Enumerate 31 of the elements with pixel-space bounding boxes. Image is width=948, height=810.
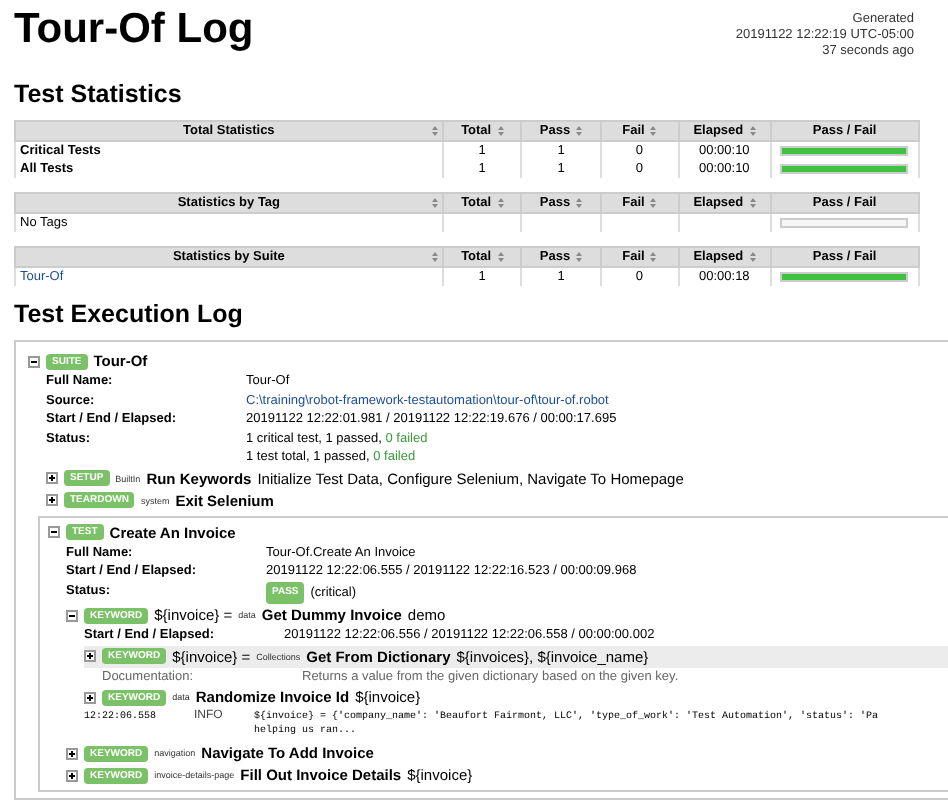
sort-icon[interactable]: [576, 198, 583, 208]
sort-icon[interactable]: [650, 198, 657, 208]
sort-icon[interactable]: [431, 198, 438, 208]
page-title: Tour-Of Log: [14, 6, 254, 54]
sort-icon[interactable]: [497, 198, 504, 208]
expand-icon[interactable]: [84, 691, 96, 703]
sort-icon[interactable]: [576, 126, 583, 136]
collapse-icon[interactable]: [66, 609, 78, 621]
sort-icon[interactable]: [650, 252, 657, 262]
pass-fail-bar: [780, 217, 909, 229]
pass-fail-bar: [780, 271, 909, 283]
expand-icon[interactable]: [46, 494, 58, 506]
expand-icon[interactable]: [66, 769, 78, 781]
pass-fail-bar: [780, 145, 909, 157]
sort-icon[interactable]: [749, 126, 756, 136]
section-title: Test Execution Log: [14, 300, 245, 328]
expand-icon[interactable]: [46, 472, 58, 484]
expand-icon[interactable]: [84, 650, 96, 662]
collapse-icon[interactable]: [28, 355, 40, 367]
expand-icon[interactable]: [66, 747, 78, 759]
pass-fail-bar: [780, 163, 909, 175]
sort-icon[interactable]: [497, 126, 504, 136]
collapse-icon[interactable]: [48, 526, 60, 538]
sort-icon[interactable]: [497, 252, 504, 262]
sort-icon[interactable]: [749, 252, 756, 262]
sort-icon[interactable]: [749, 198, 756, 208]
sort-icon[interactable]: [650, 126, 657, 136]
sort-icon[interactable]: [431, 126, 438, 136]
sort-icon[interactable]: [576, 252, 583, 262]
section-title: Test Statistics: [14, 80, 184, 108]
sort-icon[interactable]: [431, 252, 438, 262]
